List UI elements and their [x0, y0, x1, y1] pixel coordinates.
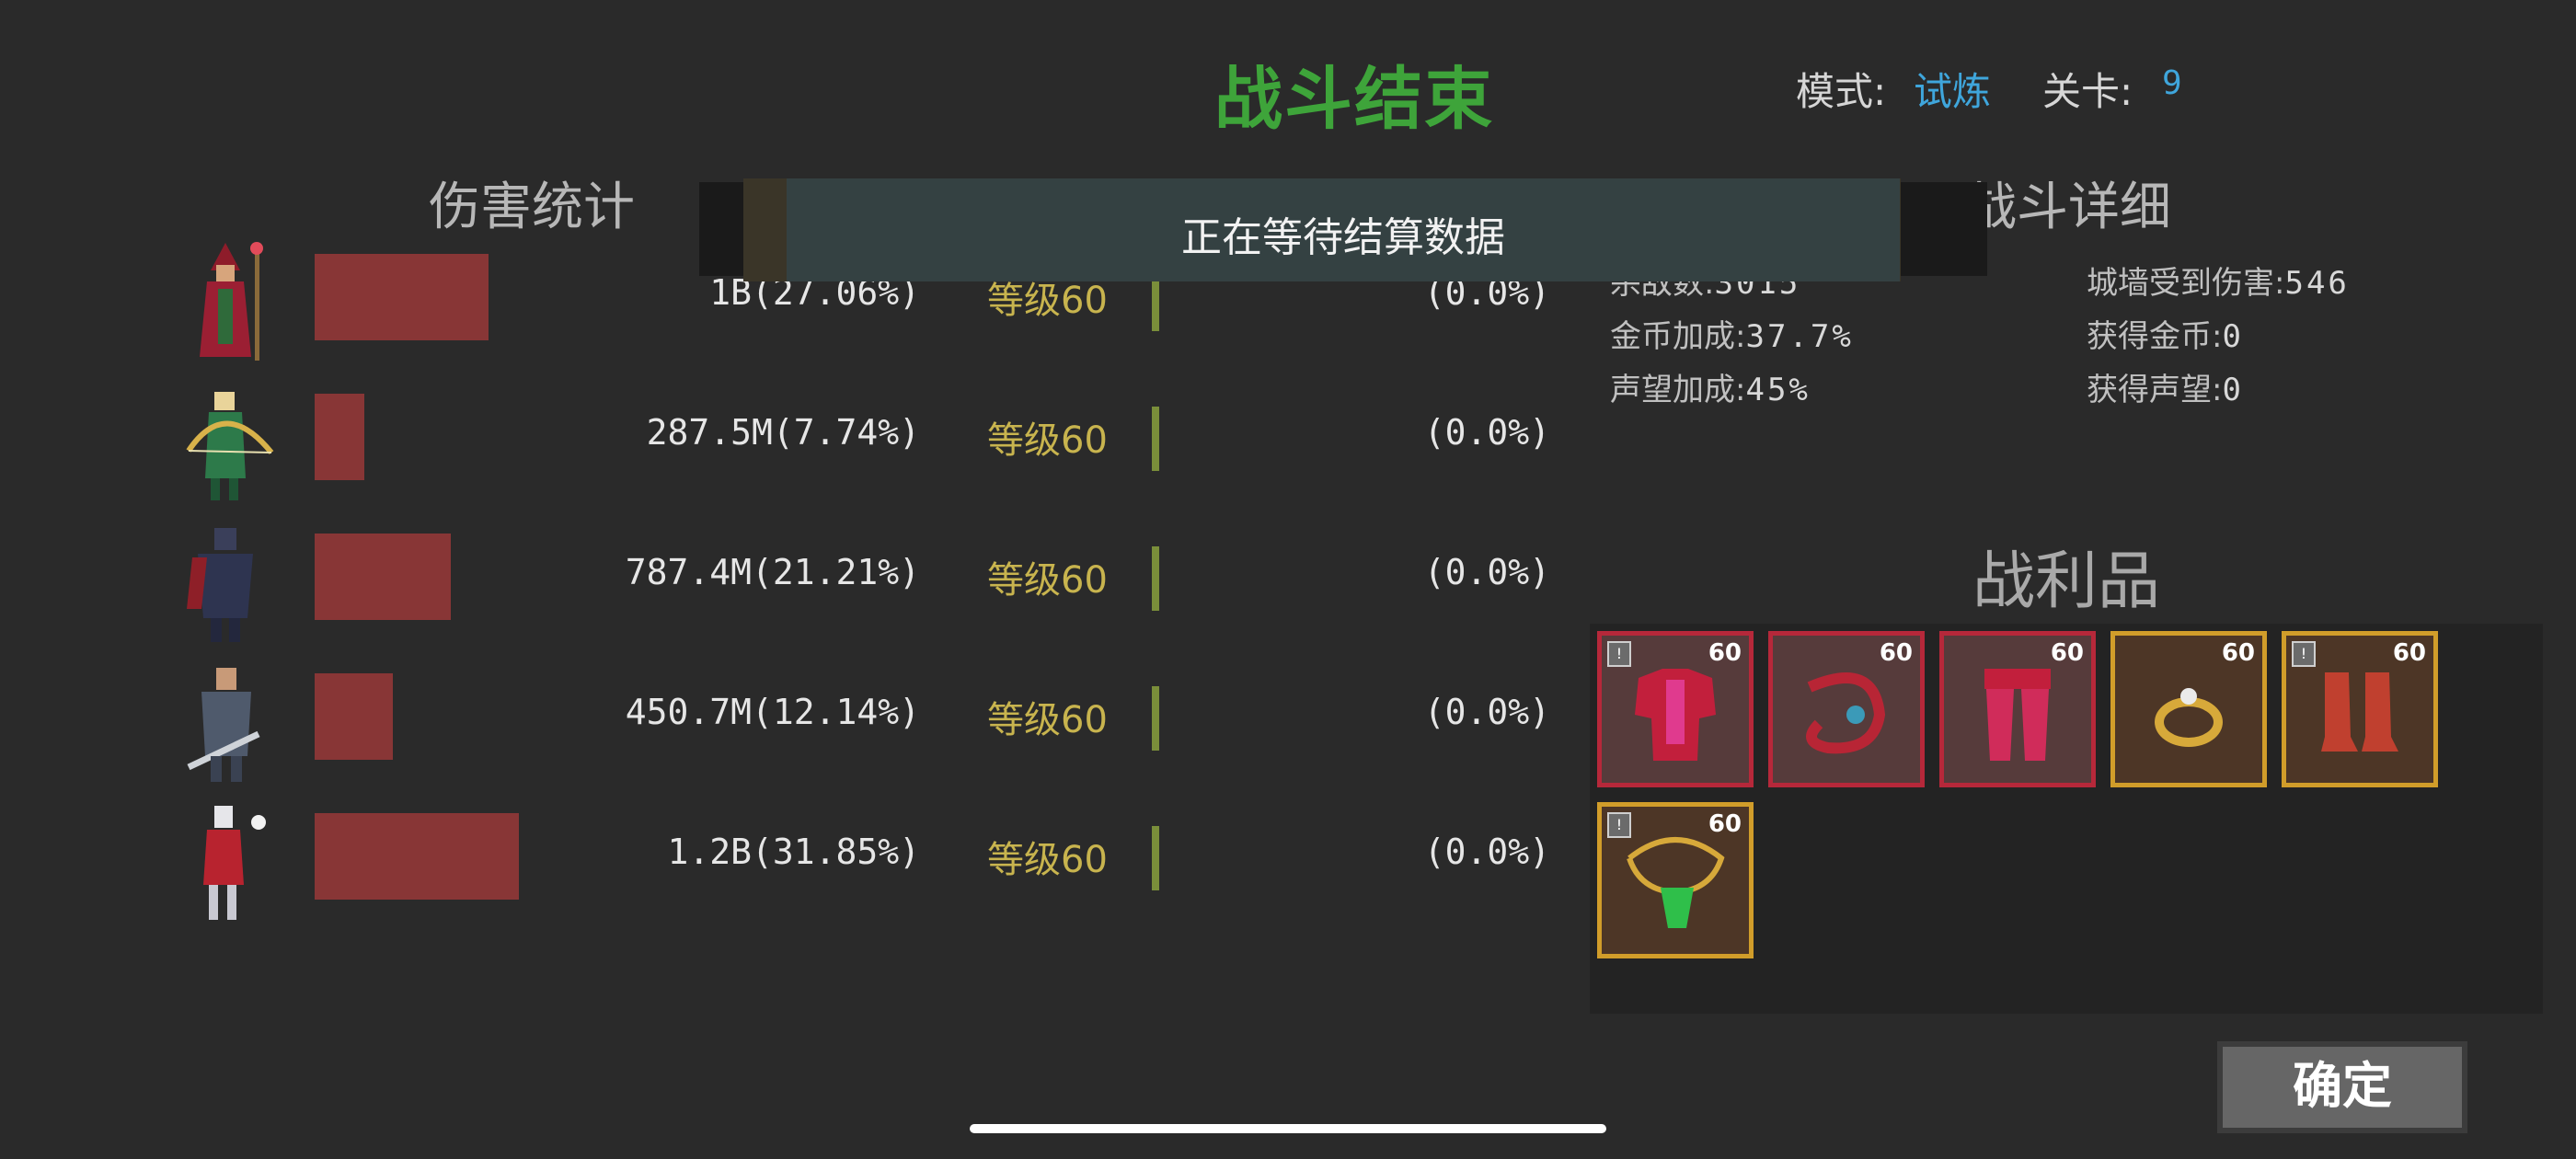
damage-bar: [315, 534, 451, 620]
green-amulet-icon: [1627, 837, 1725, 928]
damage-bar: [315, 813, 519, 900]
damage-value: 787.4M(21.21%): [625, 552, 920, 592]
exp-value: (0.0%): [1423, 692, 1550, 732]
exp-value: (0.0%): [1423, 552, 1550, 592]
loot-title: 战利品: [1972, 545, 2161, 618]
prestige-gained-stat: 获得声望:0: [2087, 372, 2244, 408]
loot-item[interactable]: 60: [1768, 631, 1925, 787]
hero-level: 等级60: [987, 839, 1108, 881]
exp-bar: [1152, 407, 1159, 471]
damage-bar: [315, 394, 364, 480]
damage-value: 287.5M(7.74%): [646, 412, 920, 453]
hero-row: 1.2B(31.85%) 等级60 (0.0%): [170, 797, 1550, 925]
stage-label: 关卡:: [2042, 69, 2133, 114]
hero-level: 等级60: [987, 699, 1108, 741]
red-chest-armor-icon: [1635, 669, 1716, 761]
hero-row: 787.4M(21.21%) 等级60 (0.0%): [170, 517, 1550, 646]
red-mage-portrait-icon: [170, 237, 281, 366]
hero-row: 287.5M(7.74%) 等级60 (0.0%): [170, 377, 1550, 506]
red-boots-icon: [2321, 672, 2398, 752]
loot-item[interactable]: 60: [1939, 631, 2096, 787]
loot-item[interactable]: ! 60: [1597, 802, 1754, 958]
dark-knight-portrait-icon: [170, 517, 281, 646]
red-leg-armor-icon: [1984, 669, 2051, 761]
damage-value: 450.7M(12.14%): [625, 692, 920, 732]
hero-row: 450.7M(12.14%) 等级60 (0.0%): [170, 657, 1550, 786]
loot-item[interactable]: ! 60: [1597, 631, 1754, 787]
elf-archer-portrait-icon: [170, 377, 281, 506]
red-whip-icon: [1806, 672, 1886, 754]
hero-level: 等级60: [987, 559, 1108, 602]
loot-item[interactable]: 60: [2110, 631, 2267, 787]
home-indicator[interactable]: [970, 1124, 1606, 1133]
wall-damage-stat: 城墙受到伤害:546: [2087, 265, 2350, 302]
damage-bar: [315, 673, 393, 760]
sorceress-portrait-icon: [170, 797, 281, 925]
stage-value: 9: [2162, 64, 2182, 102]
waiting-message: 正在等待结算数据: [1181, 214, 1505, 261]
damage-stats-title: 伤害统计: [429, 178, 635, 237]
prestige-bonus-stat: 声望加成:45%: [1610, 372, 1811, 408]
battle-detail-title: 战斗详细: [1965, 178, 2171, 237]
exp-value: (0.0%): [1423, 412, 1550, 453]
hero-level: 等级60: [987, 419, 1108, 462]
gold-gained-stat: 获得金币:0: [2087, 318, 2244, 355]
confirm-button[interactable]: 确定: [2217, 1041, 2467, 1133]
battle-end-title: 战斗结束: [1214, 60, 1494, 139]
exp-bar: [1152, 686, 1159, 751]
exp-bar: [1152, 546, 1159, 611]
gold-bonus-stat: 金币加成:37.7%: [1610, 318, 1854, 355]
loot-item[interactable]: ! 60: [2282, 631, 2438, 787]
mode-value: 试炼: [1914, 69, 1992, 114]
exp-value: (0.0%): [1423, 832, 1550, 872]
swordsman-portrait-icon: [170, 657, 281, 786]
loot-panel: ! 60 60 60 60 ! 60 ! 60: [1590, 624, 2543, 1014]
gold-ring-icon: [2155, 688, 2223, 747]
damage-bar: [315, 254, 489, 340]
exp-bar: [1152, 826, 1159, 890]
damage-value: 1.2B(31.85%): [667, 832, 920, 872]
mode-label: 模式:: [1796, 69, 1887, 114]
